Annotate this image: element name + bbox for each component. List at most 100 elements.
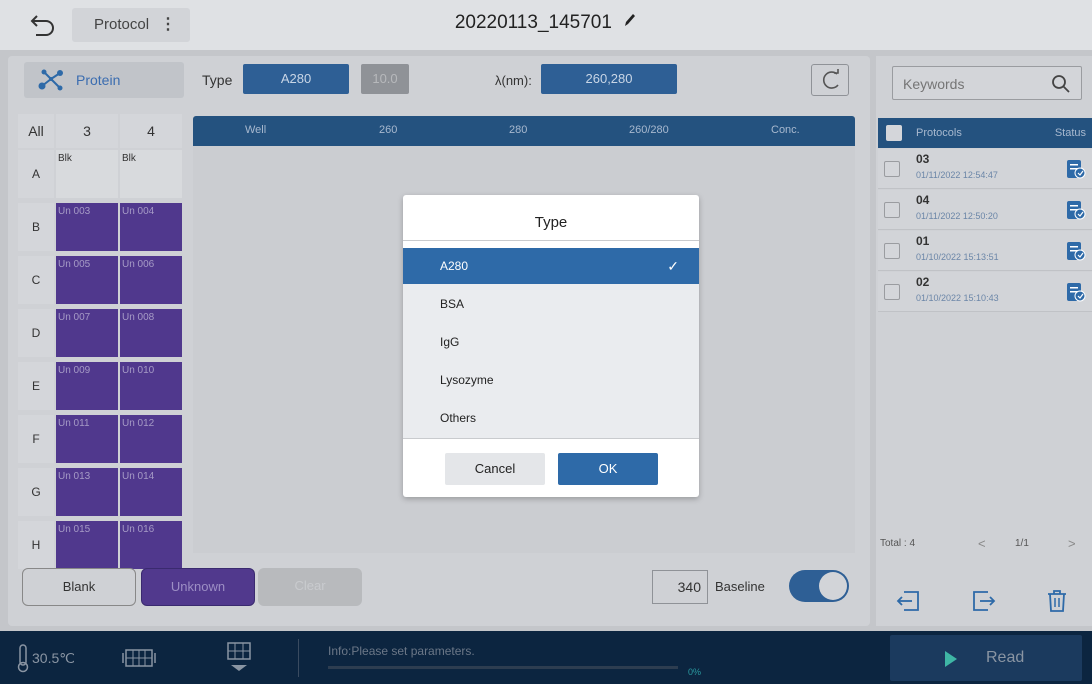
clear-button[interactable]: Clear [258,568,362,606]
thermometer-icon [17,644,29,673]
well-cell[interactable]: Un 006 [120,256,182,304]
status-icon[interactable] [1066,158,1086,180]
protocols-header: Protocols [916,127,962,139]
protocol-list-item[interactable]: 02 01/10/2022 15:10:43 [878,272,1092,312]
option-label: IgG [440,335,460,349]
top-bar: Protocol ⋮ 20220113_145701 [0,0,1092,50]
toggle-knob [819,572,847,600]
well-cell[interactable]: Un 016 [120,521,182,569]
well-cell[interactable]: Un 005 [56,256,118,304]
type-option-a280[interactable]: A280 ✓ [403,248,699,284]
type-option-lysozyme[interactable]: Lysozyme [403,362,699,398]
read-button[interactable]: Read [890,635,1082,681]
import-icon[interactable] [894,586,924,616]
blank-button[interactable]: Blank [22,568,136,606]
next-page-button[interactable]: > [1068,536,1076,551]
well-cell[interactable]: Un 012 [120,415,182,463]
prev-page-button[interactable]: < [978,536,986,551]
pencil-icon[interactable] [623,12,637,28]
status-bar: 30.5℃ Info:Please set parameters. 0% Rea… [0,631,1092,684]
well-cell[interactable]: Un 013 [56,468,118,516]
title-text: 20220113_145701 [454,12,612,33]
play-icon [945,651,957,667]
protocol-name: 02 [916,275,930,289]
mode-selector[interactable]: Protein [24,62,184,98]
item-checkbox[interactable] [884,243,900,259]
protocol-list-item[interactable]: 01 01/10/2022 15:13:51 [878,231,1092,271]
mode-label: Protein [76,72,121,88]
type-option-igg[interactable]: IgG [403,324,699,360]
type-option-bsa[interactable]: BSA [403,286,699,322]
type-options-list: A280 ✓ BSA IgG Lysozyme Others [403,248,699,438]
type-dialog: Type A280 ✓ BSA IgG Lysozyme Others Canc… [403,195,699,497]
row-header[interactable]: E [18,362,54,410]
molecule-icon [38,69,63,91]
ok-button[interactable]: OK [558,453,658,485]
item-checkbox[interactable] [884,161,900,177]
temperature-readout: 30.5℃ [32,650,75,666]
search-icon[interactable] [1051,74,1071,94]
export-icon[interactable] [968,586,998,616]
well-cell[interactable]: Un 009 [56,362,118,410]
refresh-button[interactable] [811,64,849,96]
col-conc: Conc. [771,124,800,136]
option-label: Others [440,411,477,425]
type-option-others[interactable]: Others [403,400,699,436]
divider [298,639,299,677]
well-cell[interactable]: Un 008 [120,309,182,357]
type-factor: 10.0 [361,64,409,94]
item-checkbox[interactable] [884,284,900,300]
row-header[interactable]: F [18,415,54,463]
col-260: 260 [379,124,398,136]
protocol-name: 04 [916,193,930,207]
well-cell[interactable]: Un 007 [56,309,118,357]
plate-eject-icon[interactable] [225,641,253,675]
row-header[interactable]: B [18,203,54,251]
select-all-checkbox[interactable] [886,125,902,141]
unknown-button[interactable]: Unknown [141,568,255,606]
column-header[interactable]: 3 [56,114,118,148]
col-280: 280 [509,124,528,136]
status-icon[interactable] [1066,240,1086,262]
page-indicator: 1/1 [1015,538,1029,549]
row-header[interactable]: H [18,521,54,569]
well-cell[interactable]: Un 015 [56,521,118,569]
status-header: Status [1054,127,1086,139]
row-header[interactable]: D [18,309,54,357]
col-well: Well [245,124,267,136]
protocol-list-item[interactable]: 04 01/11/2022 12:50:20 [878,190,1092,230]
plate-icon[interactable] [122,648,156,668]
status-icon[interactable] [1066,281,1086,303]
results-table-header: Well 260 280 260/280 Conc. [193,116,855,146]
protocol-date: 01/10/2022 15:13:51 [916,252,999,262]
info-message: Info:Please set parameters. [328,644,475,658]
well-cell[interactable]: Un 011 [56,415,118,463]
trash-icon[interactable] [1042,586,1072,616]
select-all-header[interactable]: All [18,114,54,148]
baseline-wavelength-input[interactable]: 340 [652,570,708,604]
dialog-title: Type [534,214,568,231]
row-header[interactable]: G [18,468,54,516]
option-label: BSA [440,297,465,311]
baseline-toggle[interactable] [789,570,849,602]
search-input[interactable] [903,74,1033,94]
well-cell[interactable]: Un 004 [120,203,182,251]
well-cell[interactable]: Un 010 [120,362,182,410]
wavelength-select[interactable]: 260,280 [541,64,677,94]
refresh-icon [822,69,839,89]
well-cell[interactable]: Un 014 [120,468,182,516]
row-header[interactable]: A [18,150,54,198]
option-label: A280 [440,259,469,273]
well-cell[interactable]: Blk [120,150,182,198]
progress-percent: 0% [688,667,702,677]
well-cell[interactable]: Un 003 [56,203,118,251]
row-header[interactable]: C [18,256,54,304]
progress-bar [328,666,678,669]
column-header[interactable]: 4 [120,114,182,148]
cancel-button[interactable]: Cancel [445,453,545,485]
type-select[interactable]: A280 [243,64,349,94]
well-cell[interactable]: Blk [56,150,118,198]
status-icon[interactable] [1066,199,1086,221]
protocol-list-item[interactable]: 03 01/11/2022 12:54:47 [878,149,1092,189]
item-checkbox[interactable] [884,202,900,218]
